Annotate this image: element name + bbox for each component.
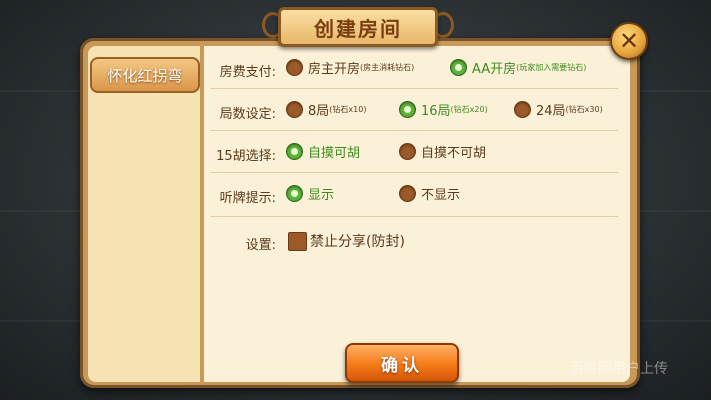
watermark: 百姓网用户上传: [570, 361, 668, 377]
confirm-button[interactable]: 确认: [345, 343, 459, 383]
confirm-label: 确认: [381, 355, 423, 376]
option-label: 16局: [421, 104, 451, 119]
dialog-title: 创建房间: [314, 16, 402, 41]
option-label: 不显示: [421, 188, 461, 203]
row-label: 听牌提示:: [219, 191, 276, 206]
row-round-count: 局数设定: 8局 (钻石x10) 16局 (钻石x20) 24局 (钻石x30): [204, 97, 624, 129]
row-label: 设置:: [245, 238, 276, 253]
close-icon: ✕: [618, 27, 640, 55]
option-self-draw-hu[interactable]: 自摸可胡: [286, 142, 360, 161]
option-note: (钻石x10): [329, 105, 367, 114]
option-label: 禁止分享(防封): [310, 234, 405, 250]
option-self-draw-no-hu[interactable]: 自摸不可胡: [399, 142, 486, 161]
row-ready-hint: 听牌提示: 显示 不显示: [204, 181, 624, 213]
option-label: 24局: [536, 104, 566, 119]
radio-button-selected[interactable]: [450, 59, 467, 76]
divider: [210, 216, 618, 217]
row-label: 房费支付:: [219, 65, 276, 80]
option-show-hint[interactable]: 显示: [286, 184, 334, 203]
tab-huaihua-hongguaiwan[interactable]: 怀化红拐弯: [90, 57, 200, 93]
option-note: (玩家加入需要钻石): [516, 63, 587, 72]
option-label: 显示: [308, 188, 335, 203]
option-disable-sharing[interactable]: 禁止分享(防封): [288, 231, 405, 251]
option-label: 8局: [308, 104, 330, 119]
option-label: 自摸可胡: [308, 146, 361, 161]
option-note: (房主消耗钻石): [360, 63, 415, 72]
tab-label: 怀化红拐弯: [107, 66, 183, 85]
option-16-rounds[interactable]: 16局 (钻石x20): [399, 100, 488, 119]
row-15-hu: 15胡选择: 自摸可胡 自摸不可胡: [204, 139, 624, 171]
divider: [210, 172, 618, 173]
option-note: (钻石x20): [450, 105, 488, 114]
option-label: 房主开房: [308, 62, 361, 77]
radio-button[interactable]: [286, 59, 303, 76]
option-aa-pays[interactable]: AA开房 (玩家加入需要钻石): [450, 58, 586, 77]
row-settings: 设置: 禁止分享(防封): [204, 228, 624, 260]
divider: [210, 130, 618, 131]
option-hide-hint[interactable]: 不显示: [399, 184, 460, 203]
radio-button-selected[interactable]: [286, 185, 303, 202]
option-note: (钻石x30): [565, 105, 603, 114]
divider: [210, 88, 618, 89]
radio-button[interactable]: [399, 143, 416, 160]
option-24-rounds[interactable]: 24局 (钻石x30): [514, 100, 603, 119]
radio-button[interactable]: [286, 101, 303, 118]
row-label: 15胡选择:: [216, 149, 276, 164]
radio-button-selected[interactable]: [399, 101, 416, 118]
option-owner-pays[interactable]: 房主开房 (房主消耗钻石): [286, 58, 414, 77]
checkbox[interactable]: [288, 231, 307, 251]
option-label: AA开房: [472, 62, 517, 77]
dialog-sidebar: [88, 46, 200, 382]
radio-button[interactable]: [514, 101, 531, 118]
row-room-fee: 房费支付: 房主开房 (房主消耗钻石) AA开房 (玩家加入需要钻石): [204, 55, 624, 87]
radio-button-selected[interactable]: [286, 143, 303, 160]
dialog-title-plate: 创建房间: [278, 7, 438, 47]
option-8-rounds[interactable]: 8局 (钻石x10): [286, 100, 366, 119]
row-label: 局数设定:: [219, 107, 276, 122]
radio-button[interactable]: [399, 185, 416, 202]
option-label: 自摸不可胡: [421, 146, 487, 161]
